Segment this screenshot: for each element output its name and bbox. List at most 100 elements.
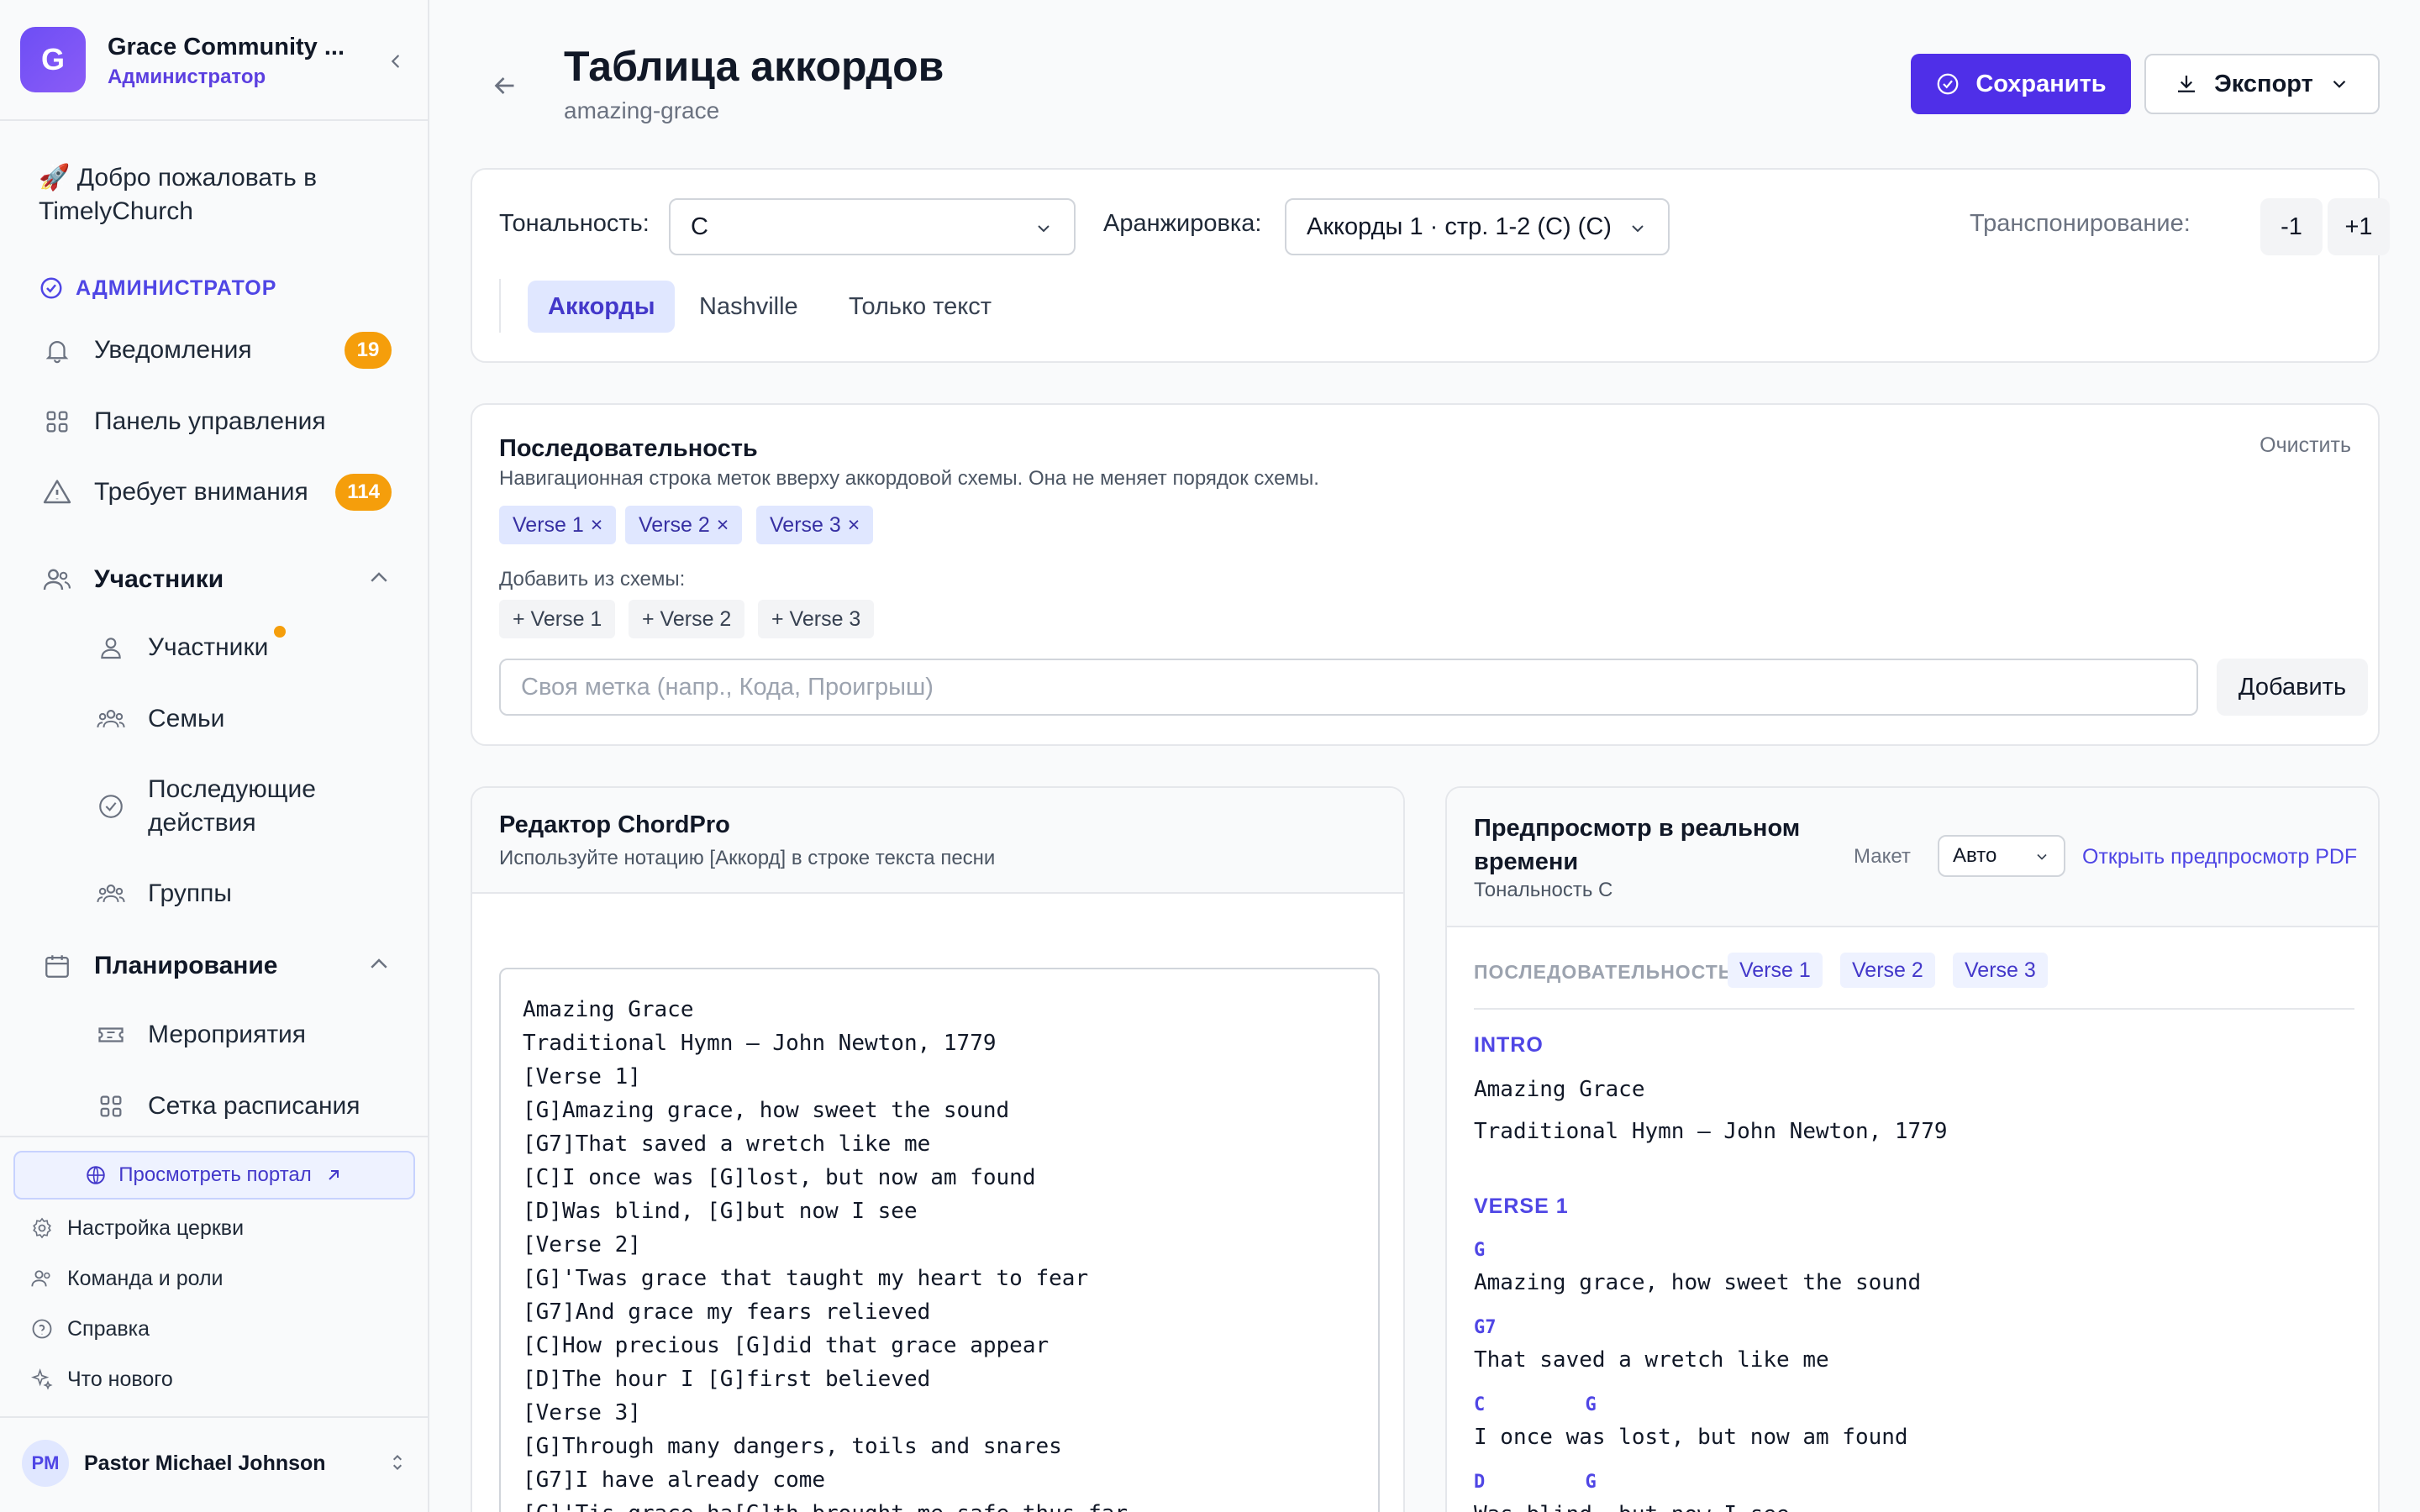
arrangement-select[interactable]: Аккорды 1 · стр. 1-2 (C) (C) xyxy=(1285,198,1670,255)
controls-card: Тональность: C Аранжировка: Аккорды 1 · … xyxy=(471,168,2390,363)
open-pdf-preview-link[interactable]: Открыть предпросмотр PDF xyxy=(2082,845,2357,869)
external-link-icon xyxy=(329,1170,339,1180)
key-select[interactable]: C xyxy=(669,198,1076,255)
export-button[interactable]: Экспорт xyxy=(2144,54,2380,114)
remove-icon[interactable]: × xyxy=(717,513,729,538)
back-button[interactable] xyxy=(487,67,523,104)
sequence-chip[interactable]: Verse 2 × xyxy=(625,506,743,544)
editor-line: Amazing Grace xyxy=(523,997,694,1022)
nav-attention[interactable]: Требует внимания 114 xyxy=(39,471,392,513)
users-icon xyxy=(29,1265,55,1292)
download-icon xyxy=(2178,76,2196,92)
add-chip[interactable]: + Verse 3 xyxy=(758,600,875,638)
view-portal-button[interactable]: Просмотреть портал xyxy=(13,1151,415,1200)
org-role: Администратор xyxy=(108,66,266,88)
chevron-updown-icon xyxy=(392,1455,402,1470)
editor-line: [D]The hour I [G]first believed xyxy=(523,1367,931,1392)
editor-line: [G7]That saved a wretch like me xyxy=(523,1131,931,1157)
divider xyxy=(1474,1008,2354,1010)
grid-icon xyxy=(39,403,76,440)
custom-label-input[interactable]: Своя метка (напр., Кода, Проигрыш) xyxy=(499,659,2198,716)
preview-sequence-chip[interactable]: Verse 3 xyxy=(1953,953,2048,988)
collapse-sidebar-button[interactable] xyxy=(381,47,410,76)
editor-line: Traditional Hymn — John Newton, 1779 xyxy=(523,1031,997,1056)
editor-lines: Amazing Grace Traditional Hymn — John New… xyxy=(523,993,1356,1512)
nav-groups[interactable]: Группы xyxy=(92,875,232,912)
nav-followups-label: Последующие действия xyxy=(148,775,316,837)
chevron-left-icon xyxy=(391,55,399,68)
nav-members[interactable]: Участники xyxy=(92,629,268,666)
help-icon xyxy=(29,1315,55,1342)
nav-events[interactable]: Мероприятия xyxy=(92,1016,306,1053)
nav-followups[interactable]: Последующие действия xyxy=(92,773,370,840)
editor-line: [C]How precious [G]did that grace appear xyxy=(523,1333,1050,1358)
calendar-icon xyxy=(39,948,76,984)
add-chip[interactable]: + Verse 2 xyxy=(629,600,745,638)
group-planning[interactable]: Планирование xyxy=(39,945,392,987)
preview-sequence-chip[interactable]: Verse 1 xyxy=(1728,953,1823,988)
add-chip[interactable]: + Verse 1 xyxy=(499,600,616,638)
nav-team-roles-label: Команда и роли xyxy=(67,1266,224,1290)
chordpro-textarea[interactable]: Amazing Grace Traditional Hymn — John New… xyxy=(499,968,1380,1512)
user-menu[interactable]: PM Pastor Michael Johnson xyxy=(22,1438,408,1488)
preview-sequence-chip[interactable]: Verse 2 xyxy=(1840,953,1935,988)
remove-icon[interactable]: × xyxy=(848,513,860,538)
sparkle-icon xyxy=(29,1366,55,1393)
check-circle-icon xyxy=(1937,73,1959,95)
nav-dashboard[interactable]: Панель управления xyxy=(39,401,326,443)
editor-title: Редактор ChordPro xyxy=(499,811,730,838)
chord-line: C G xyxy=(1474,1394,1597,1415)
nav-dashboard-label: Панель управления xyxy=(94,407,326,435)
users-group-icon xyxy=(92,875,129,912)
divider xyxy=(0,1136,429,1137)
page-title: Таблица аккордов xyxy=(564,43,944,90)
editor-line: [C]I once was [G]lost, but now am found xyxy=(523,1165,1036,1190)
transpose-up-button[interactable]: +1 xyxy=(2328,198,2390,255)
editor-line: [G]'Twas grace that taught my heart to f… xyxy=(523,1266,1089,1291)
nav-members-label: Участники xyxy=(148,633,269,661)
nav-help[interactable]: Справка xyxy=(29,1315,150,1342)
chord-line: G7 xyxy=(1474,1317,1497,1338)
check-circle-icon xyxy=(92,788,129,825)
user-icon xyxy=(92,629,129,666)
preview-title: Предпросмотр в реальном времени xyxy=(1474,815,1801,875)
nav-whats-new[interactable]: Что нового xyxy=(29,1366,173,1393)
save-button[interactable]: Сохранить xyxy=(1911,54,2131,114)
nav-notifications[interactable]: Уведомления 19 xyxy=(39,329,392,371)
tab-lyrics-only[interactable]: Только текст xyxy=(829,281,1012,333)
check-circle-icon xyxy=(40,277,62,299)
preview-card: Предпросмотр в реальном времени Тонально… xyxy=(1445,786,2380,1512)
remove-icon[interactable]: × xyxy=(591,513,603,538)
editor-line: [G7]I have already come xyxy=(523,1467,826,1493)
group-members-label: Участники xyxy=(94,565,224,593)
add-button[interactable]: Добавить xyxy=(2217,659,2368,716)
bell-icon xyxy=(39,332,76,369)
org-switcher[interactable]: G Grace Community ... Администратор xyxy=(20,27,407,94)
nav-team-roles[interactable]: Команда и роли xyxy=(29,1265,224,1292)
sequence-card: Последовательность Навигационная строка … xyxy=(471,403,2380,746)
tab-chords[interactable]: Аккорды xyxy=(528,281,676,333)
intro-line: Traditional Hymn — John Newton, 1779 xyxy=(1474,1119,1948,1144)
arrow-left-icon xyxy=(494,77,514,94)
nav-schedule-grid[interactable]: Сетка расписания xyxy=(92,1088,360,1125)
users-group-icon xyxy=(92,701,129,738)
layout-select[interactable]: Авто xyxy=(1938,835,2065,877)
sequence-chip[interactable]: Verse 1 × xyxy=(499,506,617,544)
tab-nashville[interactable]: Nashville xyxy=(679,281,818,333)
nav-church-settings[interactable]: Настройка церкви xyxy=(29,1215,244,1242)
group-planning-label: Планирование xyxy=(94,952,278,979)
editor-line: [Verse 1] xyxy=(523,1064,641,1089)
save-label: Сохранить xyxy=(1975,70,2107,97)
group-members[interactable]: Участники xyxy=(39,559,392,601)
nav-families[interactable]: Семьи xyxy=(92,701,224,738)
sequence-chip[interactable]: Verse 3 × xyxy=(756,506,874,544)
transpose-down-button[interactable]: -1 xyxy=(2260,198,2323,255)
arrangement-label: Аранжировка: xyxy=(1103,210,1262,237)
clear-button[interactable]: Очистить xyxy=(2260,433,2351,458)
intro-label: INTRO xyxy=(1474,1033,1544,1057)
divider xyxy=(0,1416,429,1418)
editor-line: [G]Amazing grace, how sweet the sound xyxy=(523,1098,1010,1123)
welcome-link[interactable]: 🚀 Добро пожаловать в TimelyChurch xyxy=(39,161,392,228)
nav-families-label: Семьи xyxy=(148,705,225,732)
nav-schedule-grid-label: Сетка расписания xyxy=(148,1092,360,1120)
